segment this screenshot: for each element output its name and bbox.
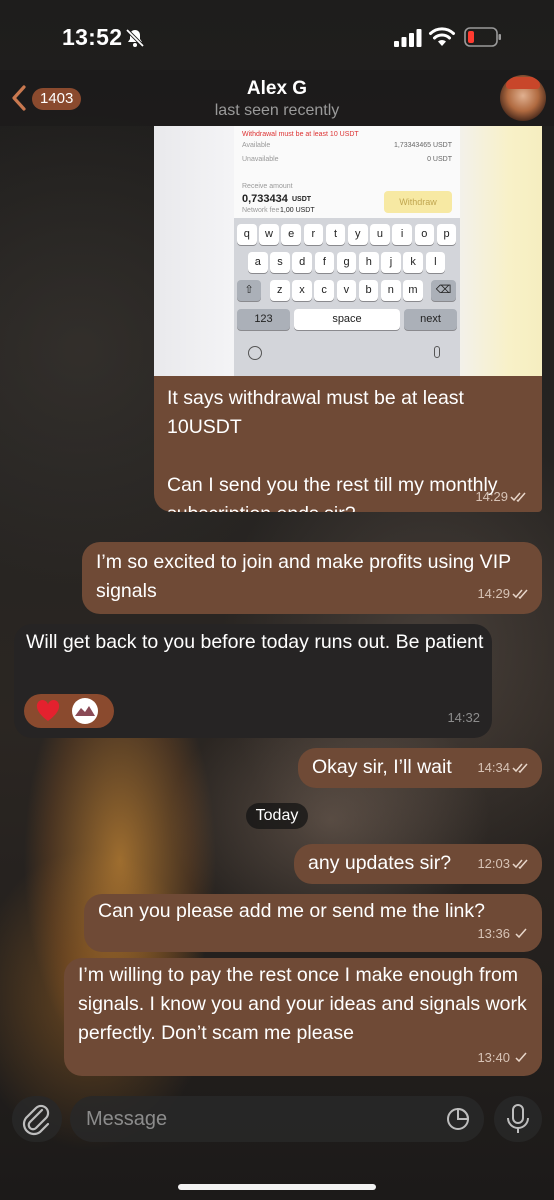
message-bubble-outgoing[interactable]: Okay sir, I’ll wait 14:34	[298, 748, 542, 788]
keyboard-key: j	[381, 252, 401, 273]
message-bubble-outgoing[interactable]: Can you please add me or send me the lin…	[84, 894, 542, 952]
single-check-icon	[515, 1052, 527, 1062]
keyboard-key: c	[314, 280, 334, 301]
keyboard-key: t	[325, 224, 346, 245]
message-bubble-outgoing[interactable]: I’m willing to pay the rest once I make …	[64, 958, 542, 1076]
message-text: I’m so excited to join and make profits …	[96, 551, 511, 602]
message-bubble-outgoing[interactable]: any updates sir? 12:03	[294, 844, 542, 884]
contact-status: last seen recently	[214, 102, 340, 119]
message-meta: 13:36	[477, 919, 530, 948]
keyboard-key: m	[403, 280, 423, 301]
screenshot-warning: Withdrawal must be at least 10 USDT	[242, 131, 359, 138]
message-bubble-image[interactable]: Withdrawal must be at least 10 USDT Avai…	[154, 126, 542, 512]
mic-icon	[507, 1104, 529, 1133]
message-input[interactable]: Message	[70, 1096, 484, 1142]
single-check-icon	[515, 928, 527, 938]
message-text: It says withdrawal must be at least 10US…	[167, 387, 498, 512]
attach-icon	[22, 1104, 50, 1136]
wifi-icon	[429, 27, 455, 46]
contact-name[interactable]: Alex G	[0, 78, 554, 100]
double-check-icon	[512, 859, 528, 869]
keyboard-key: n	[381, 280, 401, 301]
keyboard-key: z	[270, 280, 290, 301]
status-time: 13:52	[62, 24, 123, 50]
keyboard-key: f	[314, 252, 335, 273]
shift-key: ⇧	[237, 280, 261, 301]
heart-icon	[36, 700, 60, 721]
home-indicator[interactable]	[178, 1184, 376, 1190]
keyboard-key: h	[359, 252, 379, 273]
double-check-icon	[512, 763, 528, 773]
delete-key: ⌫	[431, 280, 456, 301]
next-key: next	[404, 309, 457, 330]
keyboard-key: v	[336, 280, 357, 301]
keyboard-key: e	[281, 224, 301, 245]
keyboard-key: i	[392, 224, 412, 245]
message-text: Will get back to you before today runs o…	[26, 631, 484, 653]
attached-screenshot[interactable]: Withdrawal must be at least 10 USDT Avai…	[154, 126, 542, 376]
space-key: space	[294, 309, 400, 330]
globe-icon	[248, 346, 262, 360]
message-text: Okay sir, I’ll wait	[312, 756, 452, 778]
message-meta: 14:29	[475, 489, 528, 504]
message-meta: 14:29	[477, 579, 530, 608]
battery-icon	[464, 27, 501, 47]
keyboard-key: g	[336, 252, 357, 273]
keyboard-key: x	[292, 280, 312, 301]
screenshot-keyboard: q w e r t y u i o p a s d f g h j k l ⇧ z x c v b n m ⌫ 123 space next	[234, 218, 460, 376]
reactor-avatar	[72, 698, 98, 724]
signal-icon	[394, 29, 422, 47]
keyboard-key: p	[436, 224, 457, 245]
message-meta: 14:34	[477, 753, 530, 782]
keyboard-key: k	[403, 252, 423, 273]
screenshot-withdraw-button: Withdraw	[384, 191, 452, 213]
message-input-placeholder: Message	[86, 1108, 168, 1130]
keyboard-key: b	[358, 280, 379, 301]
keyboard-key: a	[248, 252, 268, 273]
message-text: Can you please add me or send me the lin…	[98, 900, 485, 922]
keyboard-key: d	[292, 252, 312, 273]
message-meta: 14:32	[447, 710, 480, 725]
bell-off-icon	[125, 28, 145, 48]
keyboard-key: l	[425, 252, 446, 273]
double-check-icon	[512, 589, 528, 599]
message-reactions[interactable]	[24, 694, 114, 728]
keyboard-key: w	[259, 224, 279, 245]
keyboard-key: s	[270, 252, 290, 273]
message-text: any updates sir?	[308, 852, 452, 874]
contact-avatar[interactable]	[500, 75, 546, 121]
date-separator: Today	[246, 803, 308, 829]
double-check-icon	[510, 492, 526, 502]
message-meta: 12:03	[477, 849, 530, 878]
keyboard-key: r	[303, 224, 324, 245]
message-text: I’m willing to pay the rest once I make …	[78, 964, 527, 1044]
numbers-key: 123	[237, 309, 290, 330]
status-bar: 13:52	[0, 0, 554, 70]
chat-header: 1403 Alex G last seen recently	[0, 70, 554, 126]
message-bubble-outgoing[interactable]: I’m so excited to join and make profits …	[82, 542, 542, 614]
voice-message-button[interactable]	[494, 1096, 542, 1142]
keyboard-key: q	[237, 224, 257, 245]
keyboard-key: u	[370, 224, 390, 245]
keyboard-key: o	[414, 224, 435, 245]
keyboard-mic-icon	[434, 346, 440, 358]
message-meta: 13:40	[477, 1043, 530, 1072]
keyboard-key: y	[348, 224, 368, 245]
attach-button[interactable]	[12, 1096, 62, 1142]
sticker-icon[interactable]	[446, 1107, 470, 1131]
